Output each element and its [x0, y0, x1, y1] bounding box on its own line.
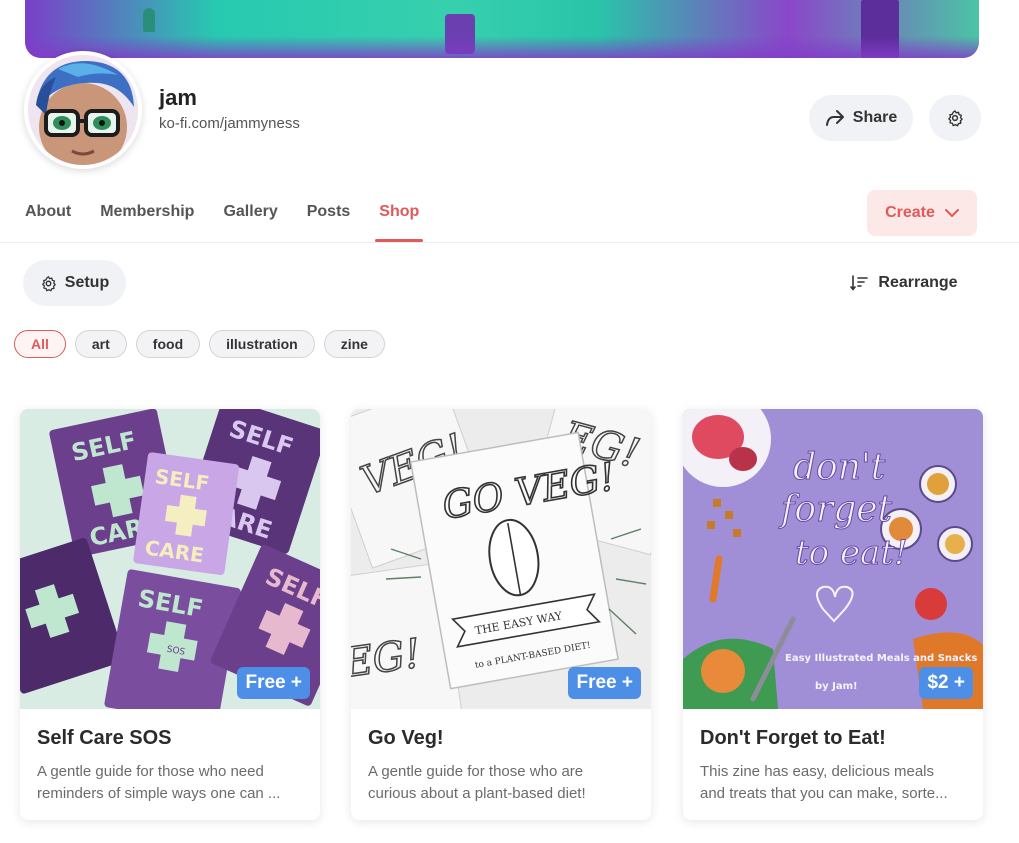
description-line: A gentle guide for those who are — [368, 763, 584, 780]
cover-rock-decoration — [445, 14, 475, 54]
description-line: and treats that you can make, sorte... — [700, 785, 948, 802]
filter-chip-zine[interactable]: zine — [323, 330, 385, 358]
product-image: VEG! EG! EG! GO VEG! THE EASY WAY to a P… — [351, 409, 651, 709]
filter-chip-all[interactable]: All — [14, 330, 66, 358]
cover-text: by Jam! — [815, 681, 858, 692]
share-button[interactable]: Share — [809, 95, 913, 141]
description-line: This zine has easy, delicious meals — [700, 763, 934, 780]
create-button[interactable]: Create — [867, 190, 977, 236]
gear-icon — [948, 110, 963, 127]
cover-tree-decoration — [143, 8, 155, 32]
price-badge[interactable]: Free + — [568, 667, 641, 699]
filter-chip-illustration[interactable]: illustration — [209, 330, 315, 358]
product-image: SELF CARE SELF CARE SELF CARE SELF SOS S… — [20, 409, 320, 709]
cover-text: don't — [793, 447, 886, 488]
share-label: Share — [852, 109, 898, 126]
settings-button[interactable] — [929, 95, 981, 141]
tab-membership[interactable]: Membership — [100, 188, 194, 242]
setup-button[interactable]: Setup — [23, 260, 126, 306]
go-veg-cover-illustration: VEG! EG! EG! GO VEG! THE EASY WAY to a P… — [351, 409, 651, 709]
rearrange-button[interactable]: Rearrange — [842, 260, 966, 306]
avatar[interactable] — [24, 51, 142, 169]
product-title[interactable]: Self Care SOS — [37, 727, 172, 750]
self-care-cover-illustration: SELF CARE SELF CARE SELF CARE SELF SOS S… — [20, 409, 320, 709]
dont-forget-to-eat-cover-illustration: don't forget to eat! Easy Illustrated Me… — [683, 409, 983, 709]
rearrange-label: Rearrange — [878, 274, 958, 291]
description-line: curious about a plant-based diet! — [368, 785, 586, 802]
tab-shop[interactable]: Shop — [375, 188, 424, 242]
profile-name: jam — [159, 85, 197, 110]
tabs-divider — [0, 242, 1019, 243]
profile-url[interactable]: ko-fi.com/jammyness — [159, 115, 300, 132]
cover-text: to eat! — [795, 533, 908, 573]
product-card[interactable]: don't forget to eat! Easy Illustrated Me… — [683, 409, 983, 820]
cover-pillar-decoration — [861, 0, 899, 58]
filter-chip-art[interactable]: art — [74, 330, 127, 358]
profile-tabs: About Membership Gallery Posts Shop — [25, 188, 424, 242]
product-title[interactable]: Go Veg! — [368, 727, 444, 750]
chevron-down-icon — [944, 208, 959, 217]
filter-chips: All art food illustration zine — [14, 330, 385, 358]
sort-icon — [850, 275, 869, 291]
product-description: A gentle guide for those who need remind… — [37, 761, 305, 805]
product-title[interactable]: Don't Forget to Eat! — [700, 727, 886, 750]
description-line: reminders of simple ways one can ... — [37, 785, 281, 802]
tab-posts[interactable]: Posts — [307, 188, 351, 242]
tab-about[interactable]: About — [25, 188, 71, 242]
filter-chip-food[interactable]: food — [135, 330, 201, 358]
gear-icon — [41, 275, 56, 291]
share-icon — [825, 110, 844, 126]
cover-banner — [25, 0, 979, 58]
price-badge[interactable]: $2 + — [919, 667, 973, 699]
description-line: A gentle guide for those who need — [37, 763, 264, 780]
product-card[interactable]: SELF CARE SELF CARE SELF CARE SELF SOS S… — [20, 409, 320, 820]
avatar-illustration — [28, 55, 138, 165]
product-description: A gentle guide for those who are curious… — [368, 761, 636, 805]
product-description: This zine has easy, delicious meals and … — [700, 761, 968, 805]
cover-text: Easy Illustrated Meals and Snacks — [785, 653, 977, 664]
product-image: don't forget to eat! Easy Illustrated Me… — [683, 409, 983, 709]
setup-label: Setup — [64, 274, 110, 291]
product-card[interactable]: VEG! EG! EG! GO VEG! THE EASY WAY to a P… — [351, 409, 651, 820]
tab-gallery[interactable]: Gallery — [223, 188, 277, 242]
price-badge[interactable]: Free + — [237, 667, 310, 699]
create-label: Create — [885, 204, 935, 221]
cover-text: forget — [778, 489, 893, 530]
